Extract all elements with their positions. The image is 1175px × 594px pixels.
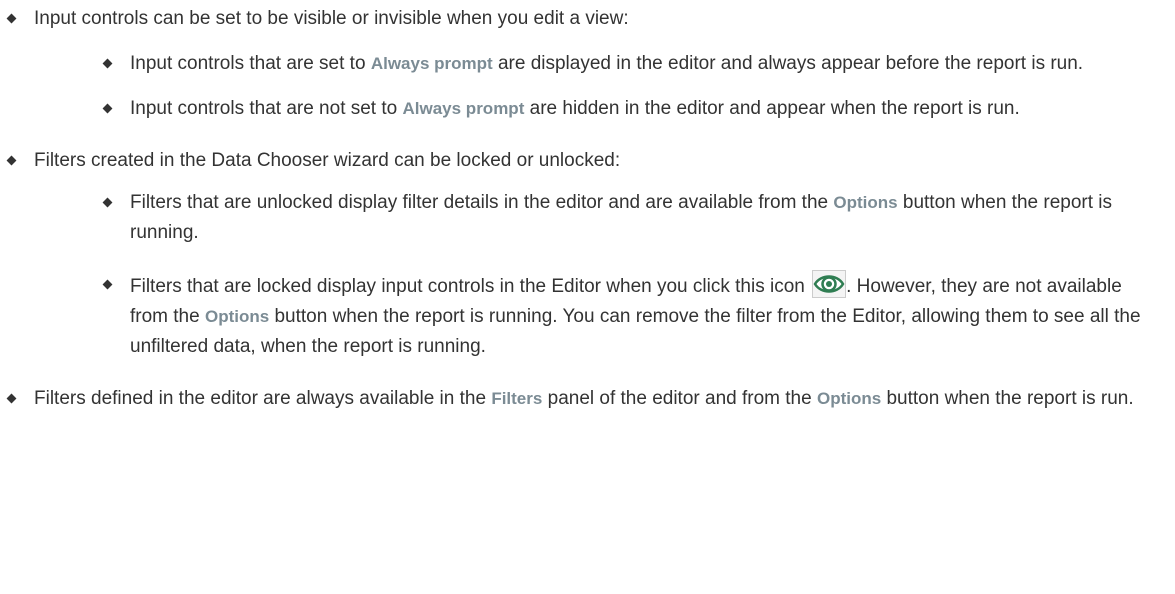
bullet-icon (102, 103, 113, 114)
ui-term: Options (816, 389, 882, 408)
eye-icon[interactable] (812, 270, 847, 298)
list-item-text: Filters created in the Data Chooser wiza… (34, 150, 621, 171)
sub-item-text: are hidden in the editor and appear when… (524, 98, 1020, 119)
ui-term: Always prompt (370, 54, 493, 73)
list-item-text: panel of the editor and from the (542, 388, 817, 409)
bullet-icon (102, 58, 113, 69)
main-list: Input controls can be set to be visible … (0, 0, 1165, 414)
sub-item-unlocked-filters: Filters that are unlocked display filter… (96, 188, 1165, 248)
list-item-filters-editor: Filters defined in the editor are always… (0, 384, 1165, 414)
bullet-icon (102, 197, 113, 208)
ui-term: Options (833, 193, 898, 212)
ui-term: Filters (491, 389, 543, 408)
list-item-text: button when the report is run. (881, 388, 1134, 409)
sub-item-text: Filters that are unlocked display filter… (130, 192, 834, 213)
sub-item-locked-filters: Filters that are locked display input co… (96, 270, 1165, 362)
ui-term: Options (204, 307, 270, 326)
list-item-input-controls: Input controls can be set to be visible … (0, 0, 1165, 124)
bullet-icon (6, 393, 17, 404)
list-item-text: Input controls can be set to be visible … (34, 8, 629, 29)
bullet-icon (6, 155, 17, 166)
list-item-text: Filters defined in the editor are always… (34, 388, 492, 409)
sub-list: Input controls that are set to Always pr… (96, 49, 1165, 124)
sub-item-text: Filters that are locked display input co… (130, 276, 805, 297)
list-item-filters-data-chooser: Filters created in the Data Chooser wiza… (0, 146, 1165, 362)
bullet-icon (6, 13, 17, 24)
document-body: Input controls can be set to be visible … (0, 0, 1175, 414)
sub-item-text: are displayed in the editor and always a… (492, 53, 1084, 74)
ui-term: Always prompt (402, 99, 525, 118)
sub-item-text: Input controls that are set to (130, 53, 371, 74)
sub-item-not-always-prompt: Input controls that are not set to Alway… (96, 94, 1165, 124)
sub-item-text: Input controls that are not set to (130, 98, 403, 119)
sub-list: Filters that are unlocked display filter… (96, 188, 1165, 362)
sub-item-text: button when the report is running. You c… (130, 306, 1141, 357)
sub-item-always-prompt: Input controls that are set to Always pr… (96, 49, 1165, 79)
bullet-icon (102, 279, 113, 290)
